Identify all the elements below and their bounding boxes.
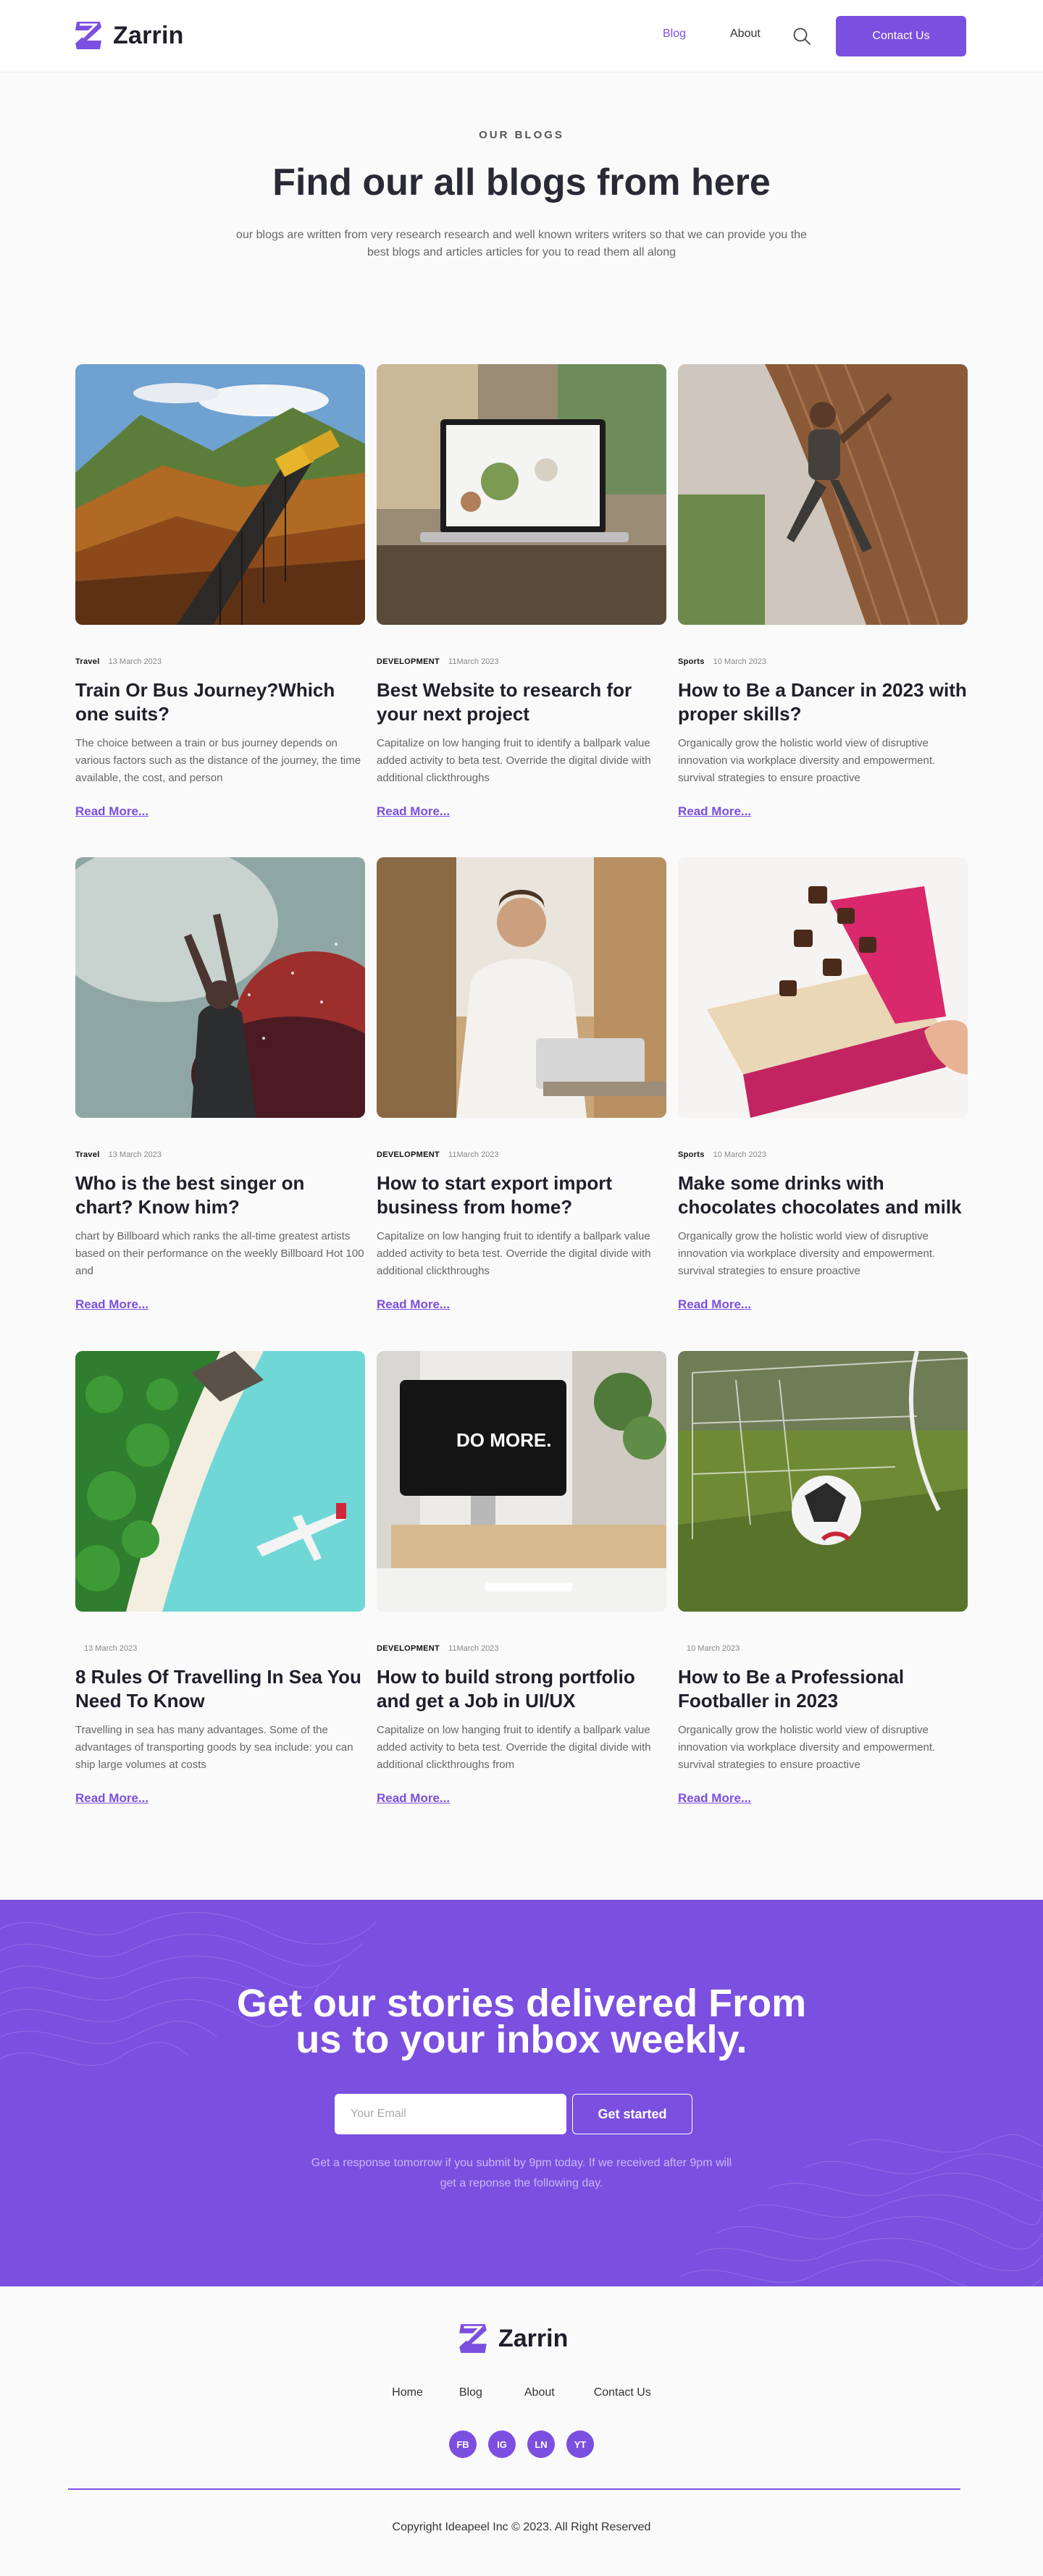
brand-logo[interactable]: Zarrin — [72, 19, 184, 52]
post-title[interactable]: How to Be a Dancer in 2023 with proper s… — [678, 678, 968, 726]
blog-card-image-football[interactable] — [678, 1351, 968, 1612]
wave-pattern-decoration — [0, 1911, 1043, 2286]
newsletter-title-line-1: Get our stories delivered From — [236, 1982, 807, 2025]
blog-card[interactable]: 10 March 2023 How to Be a Professional F… — [678, 1351, 968, 1806]
read-more-link[interactable]: Read More... — [75, 1791, 148, 1806]
get-started-button[interactable]: Get started — [572, 2094, 692, 2134]
post-category: Travel — [75, 1150, 100, 1159]
newsletter-title: Get our stories delivered From us to you… — [0, 1982, 1043, 2061]
footer-link-about[interactable]: About — [524, 2386, 555, 2399]
post-category: DEVELOPMENT — [377, 1150, 440, 1159]
zarrin-logo-icon — [75, 22, 101, 49]
blog-card-image-chocolates[interactable] — [678, 857, 968, 1118]
blog-card-image-train[interactable] — [75, 364, 365, 625]
read-more-link[interactable]: Read More... — [678, 804, 751, 819]
instagram-icon[interactable]: IG — [488, 2430, 516, 2458]
post-title[interactable]: Make some drinks with chocolates chocola… — [678, 1171, 968, 1219]
read-more-link[interactable]: Read More... — [377, 1791, 450, 1806]
page-title: Find our all blogs from here — [272, 161, 771, 203]
post-title[interactable]: 8 Rules Of Travelling In Sea You Need To… — [75, 1665, 365, 1713]
footer-nav: Home Blog About Contact Us — [0, 2386, 1043, 2399]
post-excerpt: chart by Billboard which ranks the all-t… — [75, 1230, 364, 1277]
footer-divider — [68, 2488, 960, 2490]
post-title[interactable]: How to Be a Professional Footballer in 2… — [678, 1665, 968, 1713]
post-title[interactable]: Who is the best singer on chart? Know hi… — [75, 1171, 365, 1219]
post-category: Sports — [678, 1150, 705, 1159]
read-more-link[interactable]: Read More... — [377, 804, 450, 819]
blog-card[interactable]: 13 March 2023 8 Rules Of Travelling In S… — [75, 1351, 365, 1806]
brand-name: Zarrin — [113, 21, 184, 49]
zarrin-logo-icon — [459, 2324, 487, 2353]
read-more-link[interactable]: Read More... — [75, 804, 148, 819]
blog-card-image-dancer[interactable] — [678, 364, 968, 625]
post-excerpt: Capitalize on low hanging fruit to ident… — [377, 1724, 651, 1771]
blog-card[interactable]: DEVELOPMENT 11March 2023 How to start ex… — [377, 857, 666, 1312]
monitor-text: DO MORE. — [456, 1429, 551, 1451]
read-more-link[interactable]: Read More... — [377, 1297, 450, 1312]
footer-link-contact[interactable]: Contact Us — [594, 2386, 651, 2399]
blog-card[interactable]: DO MORE. DEVELOPMENT 11March 2023 How to… — [377, 1351, 666, 1806]
post-date: 10 March 2023 — [687, 1644, 740, 1653]
post-title[interactable]: How to build strong portfolio and get a … — [377, 1665, 666, 1713]
search-icon[interactable] — [792, 27, 811, 46]
post-title[interactable]: Best Website to research for your next p… — [377, 678, 666, 726]
email-field[interactable] — [335, 2094, 566, 2134]
post-date: 11March 2023 — [448, 657, 499, 666]
blog-card-image-desk[interactable]: DO MORE. — [377, 1351, 666, 1612]
blog-card-image-laptop[interactable] — [377, 364, 666, 625]
post-category: DEVELOPMENT — [377, 657, 440, 666]
blog-card[interactable]: Travel 13 March 2023 Train Or Bus Journe… — [75, 364, 365, 819]
post-excerpt: Capitalize on low hanging fruit to ident… — [377, 737, 651, 784]
youtube-icon[interactable]: YT — [566, 2430, 594, 2458]
post-date: 11March 2023 — [448, 1150, 499, 1159]
newsletter-title-line-2: us to your inbox weekly. — [296, 2018, 747, 2061]
newsletter-note: Get a response tomorrow if you submit by… — [311, 2157, 732, 2189]
blog-card[interactable]: DEVELOPMENT 11March 2023 Best Website to… — [377, 364, 666, 819]
blog-card-image-singer[interactable] — [75, 857, 365, 1118]
post-excerpt: Organically grow the holistic world view… — [678, 1724, 936, 1771]
footer-brand-logo[interactable]: Zarrin — [456, 2321, 568, 2356]
read-more-link[interactable]: Read More... — [678, 1297, 751, 1312]
facebook-icon[interactable]: FB — [449, 2430, 477, 2458]
post-category: Travel — [75, 657, 100, 666]
copyright-text: Copyright Ideapeel Inc © 2023. All Right… — [392, 2521, 651, 2533]
blog-card[interactable]: Sports 10 March 2023 Make some drinks wi… — [678, 857, 968, 1312]
page-lead: our blogs are written from very research… — [236, 229, 807, 258]
post-category: Sports — [678, 657, 705, 666]
blog-card-image-island[interactable] — [75, 1351, 365, 1612]
post-excerpt: Organically grow the holistic world view… — [678, 1230, 936, 1277]
section-eyebrow: OUR BLOGS — [479, 129, 564, 141]
read-more-link[interactable]: Read More... — [678, 1791, 751, 1806]
post-date: 10 March 2023 — [713, 657, 767, 666]
post-excerpt: Capitalize on low hanging fruit to ident… — [377, 1230, 651, 1277]
post-date: 10 March 2023 — [713, 1150, 767, 1159]
footer-brand-name: Zarrin — [498, 2324, 569, 2352]
site-header: Zarrin Blog About Contact Us — [0, 0, 1043, 72]
post-date: 13 March 2023 — [84, 1644, 138, 1653]
nav-blog[interactable]: Blog — [663, 28, 686, 41]
nav-about[interactable]: About — [730, 28, 761, 41]
post-title[interactable]: How to start export import business from… — [377, 1171, 666, 1219]
read-more-link[interactable]: Read More... — [75, 1297, 148, 1312]
blog-card[interactable]: Travel 13 March 2023 Who is the best sin… — [75, 857, 365, 1312]
post-date: 13 March 2023 — [108, 1150, 162, 1159]
social-links: FB IG LN YT — [0, 2430, 1043, 2458]
post-date: 11March 2023 — [448, 1644, 499, 1653]
post-title[interactable]: Train Or Bus Journey?Which one suits? — [75, 678, 365, 726]
post-excerpt: Organically grow the holistic world view… — [678, 737, 936, 784]
post-category: DEVELOPMENT — [377, 1644, 440, 1653]
newsletter-section: Get our stories delivered From us to you… — [0, 1900, 1043, 2286]
post-date: 13 March 2023 — [108, 657, 162, 666]
blog-card[interactable]: Sports 10 March 2023 How to Be a Dancer … — [678, 364, 968, 819]
post-excerpt: The choice between a train or bus journe… — [75, 737, 361, 784]
linkedin-icon[interactable]: LN — [527, 2430, 555, 2458]
blog-card-image-businessman[interactable] — [377, 857, 666, 1118]
post-excerpt: Travelling in sea has many advantages. S… — [75, 1724, 353, 1771]
contact-us-button[interactable]: Contact Us — [836, 16, 966, 56]
footer-link-home[interactable]: Home — [392, 2386, 423, 2399]
footer-link-blog[interactable]: Blog — [459, 2386, 482, 2399]
